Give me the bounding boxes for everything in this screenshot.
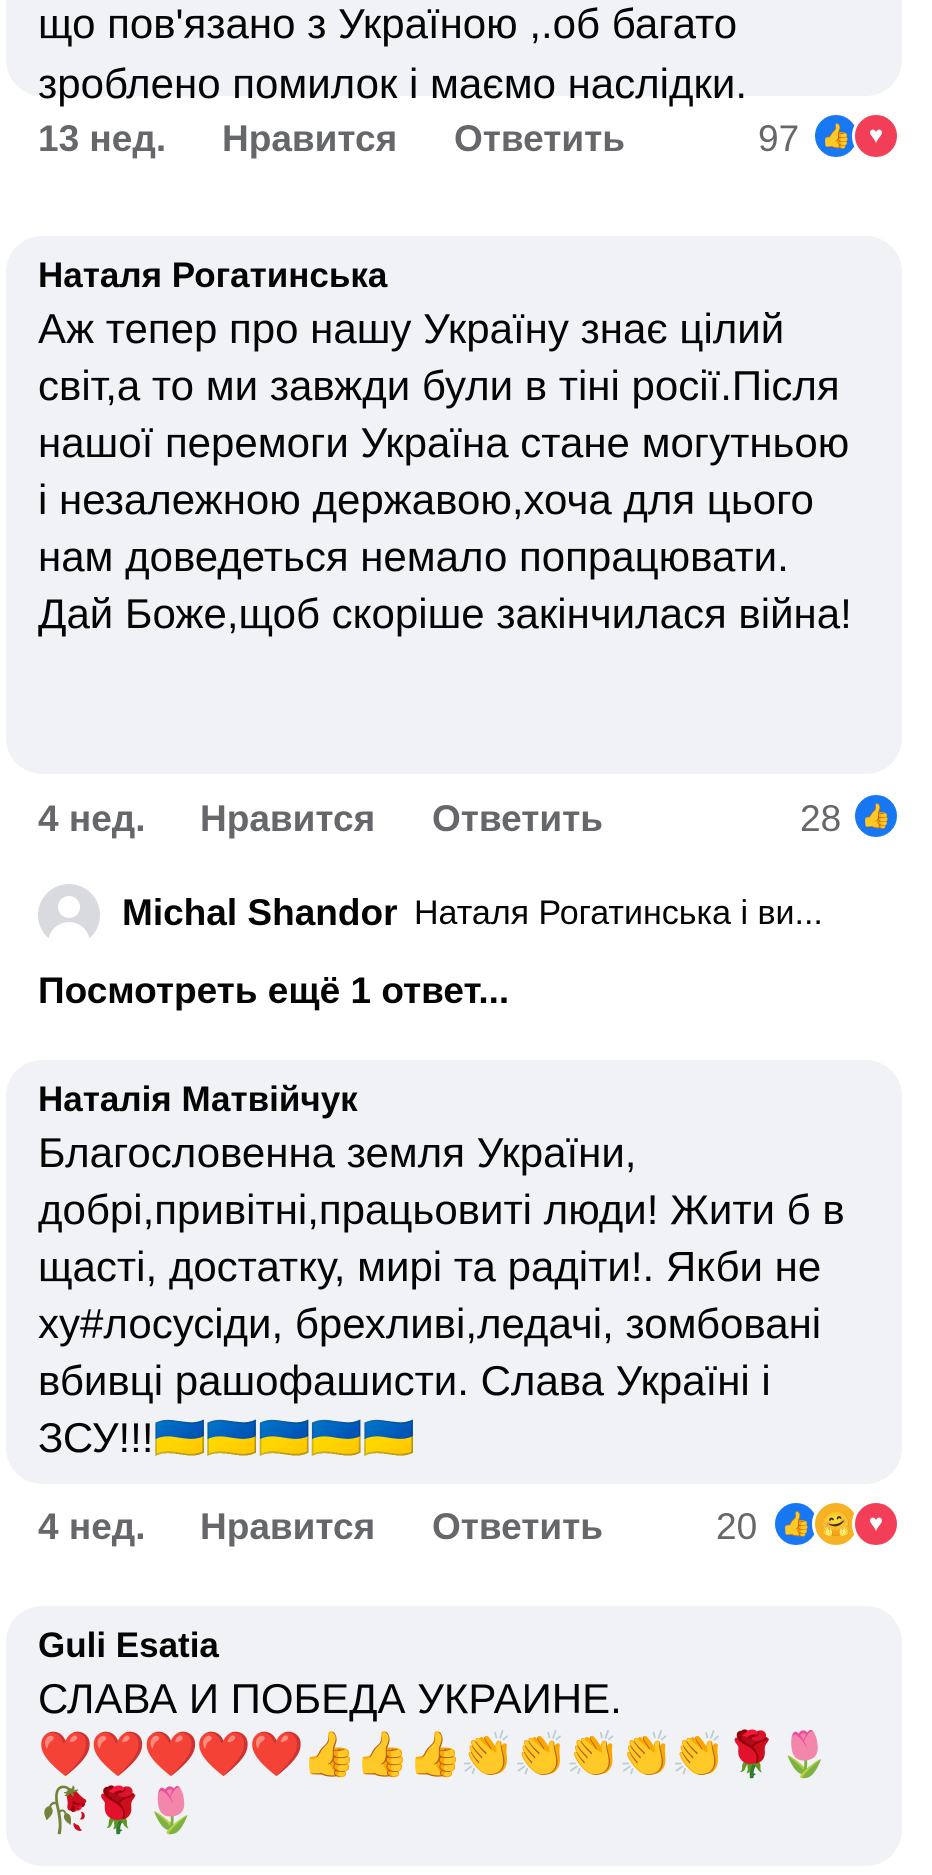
like-icon: 👍 (852, 792, 900, 840)
reply-preview[interactable]: Michal Shandor Наталя Рогатинська і ви..… (38, 884, 918, 948)
comment-emojis: ❤️❤️❤️❤️❤️👍👍👍👏👏👏👏👏🌹🌷🥀🌹🌷 (38, 1730, 832, 1835)
comment-text: Аж тепер про нашу Україну знає цілий сві… (38, 305, 863, 637)
view-more-replies-link[interactable]: Посмотреть ещё 1 ответ... (38, 970, 509, 1012)
reaction-count[interactable]: 97 (758, 118, 799, 160)
comment-timestamp[interactable]: 4 нед. (38, 1506, 146, 1548)
reaction-count[interactable]: 28 (800, 798, 841, 840)
comment-author[interactable]: Guli Esatia (38, 1624, 870, 1668)
like-button[interactable]: Нравится (200, 1506, 375, 1548)
comment-timestamp[interactable]: 13 нед. (38, 118, 166, 160)
love-icon: ♥ (852, 1500, 900, 1548)
comment-timestamp[interactable]: 4 нед. (38, 798, 146, 840)
reply-snippet[interactable]: Наталя Рогатинська і ви... (414, 894, 918, 933)
avatar[interactable] (38, 884, 100, 946)
comment-actions: 4 нед. Нравится Ответить 28 👍 (0, 790, 932, 850)
love-icon: ♥ (852, 112, 900, 160)
like-button[interactable]: Нравится (222, 118, 397, 160)
comment-author[interactable]: Наталя Рогатинська (38, 254, 870, 298)
comment-author[interactable]: Наталія Матвійчук (38, 1078, 870, 1122)
reaction-count[interactable]: 20 (716, 1506, 757, 1548)
reply-button[interactable]: Ответить (432, 798, 603, 840)
reply-button[interactable]: Ответить (454, 118, 625, 160)
comment-text: Благословенна земля України, добрі,приві… (38, 1129, 857, 1461)
like-button[interactable]: Нравится (200, 798, 375, 840)
comment-bubble: Guli Esatia СЛАВА И ПОБЕДА УКРАИНЕ. ❤️❤️… (6, 1606, 902, 1866)
comment-bubble: що пов'язано з Україною ,.об багато зроб… (6, 0, 902, 107)
comment-bubble: Наталя Рогатинська Аж тепер про нашу Укр… (6, 236, 902, 774)
comment-actions: 4 нед. Нравится Ответить 20 👍 🤗 ♥ (0, 1498, 932, 1558)
comment-bubble: Наталія Матвійчук Благословенна земля Ук… (6, 1060, 902, 1484)
reply-author[interactable]: Michal Shandor (122, 892, 397, 934)
comment-text: що пов'язано з Україною ,.об багато зроб… (38, 0, 748, 107)
comment-text: СЛАВА И ПОБЕДА УКРАИНЕ. (38, 1675, 622, 1722)
comment-actions: 13 нед. Нравится Ответить 97 👍 ♥ (0, 110, 932, 170)
reply-button[interactable]: Ответить (432, 1506, 603, 1548)
